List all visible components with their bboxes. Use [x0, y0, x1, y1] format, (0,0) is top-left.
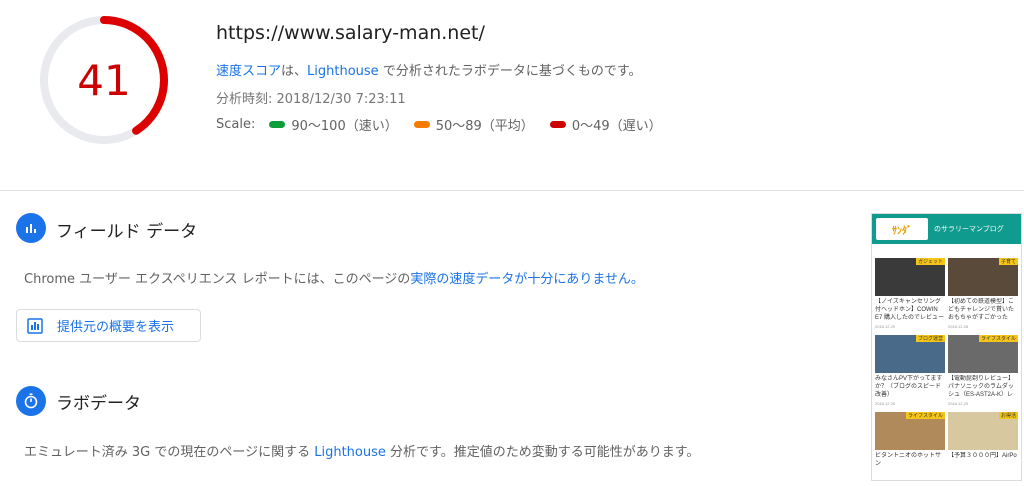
lab-text-start: エミュレート済み 3G での現在のページに関する	[24, 445, 315, 460]
thumbnail-card-tag: ライフスタイル	[905, 412, 945, 419]
thumbnail-card: ガジェット【ノイズキャンセリング付ヘッドホン】COWIN E7 購入したのでレビ…	[875, 258, 945, 329]
performance-score: 41	[77, 55, 131, 105]
thumbnail-card-date: 2018.12.25	[948, 401, 969, 406]
thumbnail-card-date: 2018.12.26	[875, 401, 896, 406]
speed-score-link[interactable]: 速度スコア	[216, 64, 281, 79]
lighthouse-link[interactable]: Lighthouse	[307, 64, 379, 79]
analysis-time: 分析時刻: 2018/12/30 7:23:11	[216, 92, 406, 107]
thumbnail-card-tag: お得活	[998, 412, 1018, 419]
scale-fast-label: 90〜100（速い）	[291, 119, 398, 134]
scale-average-label: 50〜89（平均）	[435, 119, 534, 134]
score-description: 速度スコアは、Lighthouse で分析されたラボデータに基づくものです。	[216, 60, 642, 79]
section-divider	[0, 190, 1024, 191]
thumbnail-header: ｻﾝﾀﾞ のサラリーマンブログ	[872, 214, 1021, 244]
scale-slow: 0〜49（遅い）	[549, 115, 662, 134]
thumbnail-card-image: ライフスタイル	[875, 412, 945, 450]
field-data-title: フィールド データ	[56, 222, 198, 242]
lab-data-title: ラボデータ	[56, 394, 141, 414]
thumbnail-card-image: 子育て	[948, 258, 1018, 296]
red-pill-icon	[549, 121, 566, 128]
thumbnail-card-title: 【初めての鉄道模型】こどもチャレンジで貰いたおもちゃがすごかった	[948, 299, 1015, 321]
lab-text-end: 分析です。推定値のため変動する可能性があります。	[385, 445, 700, 460]
score-gauge: 41	[38, 14, 170, 146]
show-origin-summary-button[interactable]: 提供元の概要を表示	[16, 309, 201, 342]
field-data-text-start: Chrome ユーザー エクスペリエンス レポートには、このページの	[24, 272, 411, 287]
thumbnail-card-title: 【予算３０００円】AirPo	[948, 453, 1017, 459]
thumbnail-card-tag: 子育て	[998, 258, 1018, 265]
thumbnail-card-image: ガジェット	[875, 258, 945, 296]
stopwatch-icon	[16, 386, 46, 416]
lighthouse-analysis-link[interactable]: Lighthouse	[314, 445, 386, 460]
desc-text: は、	[281, 64, 308, 79]
thumbnail-card: ブログ運営みなさんPV下がってますか？（ブログのスピード改善） 2018.12.2…	[875, 335, 945, 406]
orange-pill-icon	[413, 121, 430, 128]
thumbnail-card-image: ライフスタイル	[948, 335, 1018, 373]
thumbnail-card-image: お得活	[948, 412, 1018, 450]
field-data-text: Chrome ユーザー エクスペリエンス レポートには、このページの実際の速度デ…	[24, 268, 644, 287]
green-pill-icon	[269, 121, 286, 128]
insufficient-data-link[interactable]: 実際の速度データが十分にありません。	[410, 272, 644, 287]
thumbnail-card-tag: ガジェット	[915, 258, 945, 265]
scale-slow-label: 0〜49（遅い）	[571, 119, 662, 134]
thumbnail-card: お得活【予算３０００円】AirPo	[948, 412, 1018, 476]
thumbnail-card-title: みなさんPV下がってますか？（ブログのスピード改善）	[875, 376, 943, 398]
thumbnail-card-date: 2018.12.28	[948, 324, 969, 329]
thumbnail-card-title: 【電動髭剃りレビュー】パナソニックのラムダッシュ（ES-AST2A-K）レビュ	[948, 376, 1015, 398]
thumbnail-card: ライフスタイルビタントニオのホットサン	[875, 412, 945, 476]
thumbnail-article-grid: ガジェット【ノイズキャンセリング付ヘッドホン】COWIN E7 購入したのでレビ…	[872, 244, 1021, 480]
score-scale: Scale: 90〜100（速い） 50〜89（平均） 0〜49（遅い）	[216, 115, 678, 134]
scale-average: 50〜89（平均）	[413, 115, 534, 134]
desc-text-end: で分析されたラボデータに基づくものです。	[378, 64, 642, 79]
thumbnail-card-image: ブログ運営	[875, 335, 945, 373]
chart-icon	[27, 317, 43, 334]
thumbnail-card-tag: ブログ運営	[915, 335, 945, 342]
scale-fast: 90〜100（速い）	[269, 115, 398, 134]
score-summary: 41 https://www.salary-man.net/ 速度スコアは、Li…	[0, 0, 1024, 190]
show-origin-summary-label: 提供元の概要を表示	[57, 320, 175, 335]
lab-data-text: エミュレート済み 3G での現在のページに関する Lighthouse 分析です…	[24, 441, 699, 460]
thumbnail-card-tag: ライフスタイル	[978, 335, 1018, 342]
thumbnail-card: 子育て【初めての鉄道模型】こどもチャレンジで貰いたおもちゃがすごかった 2018.…	[948, 258, 1018, 329]
bar-chart-icon	[16, 213, 46, 243]
site-logo: ｻﾝﾀﾞ	[876, 218, 928, 240]
thumbnail-card-date: 2018.12.29	[875, 324, 896, 329]
page-url: https://www.salary-man.net/	[216, 22, 485, 44]
thumbnail-card: ライフスタイル【電動髭剃りレビュー】パナソニックのラムダッシュ（ES-AST2A…	[948, 335, 1018, 406]
scale-label: Scale:	[216, 117, 256, 132]
thumbnail-card-title: ビタントニオのホットサン	[875, 453, 942, 467]
site-brand: のサラリーマンブログ	[934, 226, 1004, 233]
thumbnail-card-title: 【ノイズキャンセリング付ヘッドホン】COWIN E7 購入したのでレビューして	[875, 299, 945, 321]
page-screenshot-thumbnail: ｻﾝﾀﾞ のサラリーマンブログ ガジェット【ノイズキャンセリング付ヘッドホン】C…	[871, 213, 1022, 481]
